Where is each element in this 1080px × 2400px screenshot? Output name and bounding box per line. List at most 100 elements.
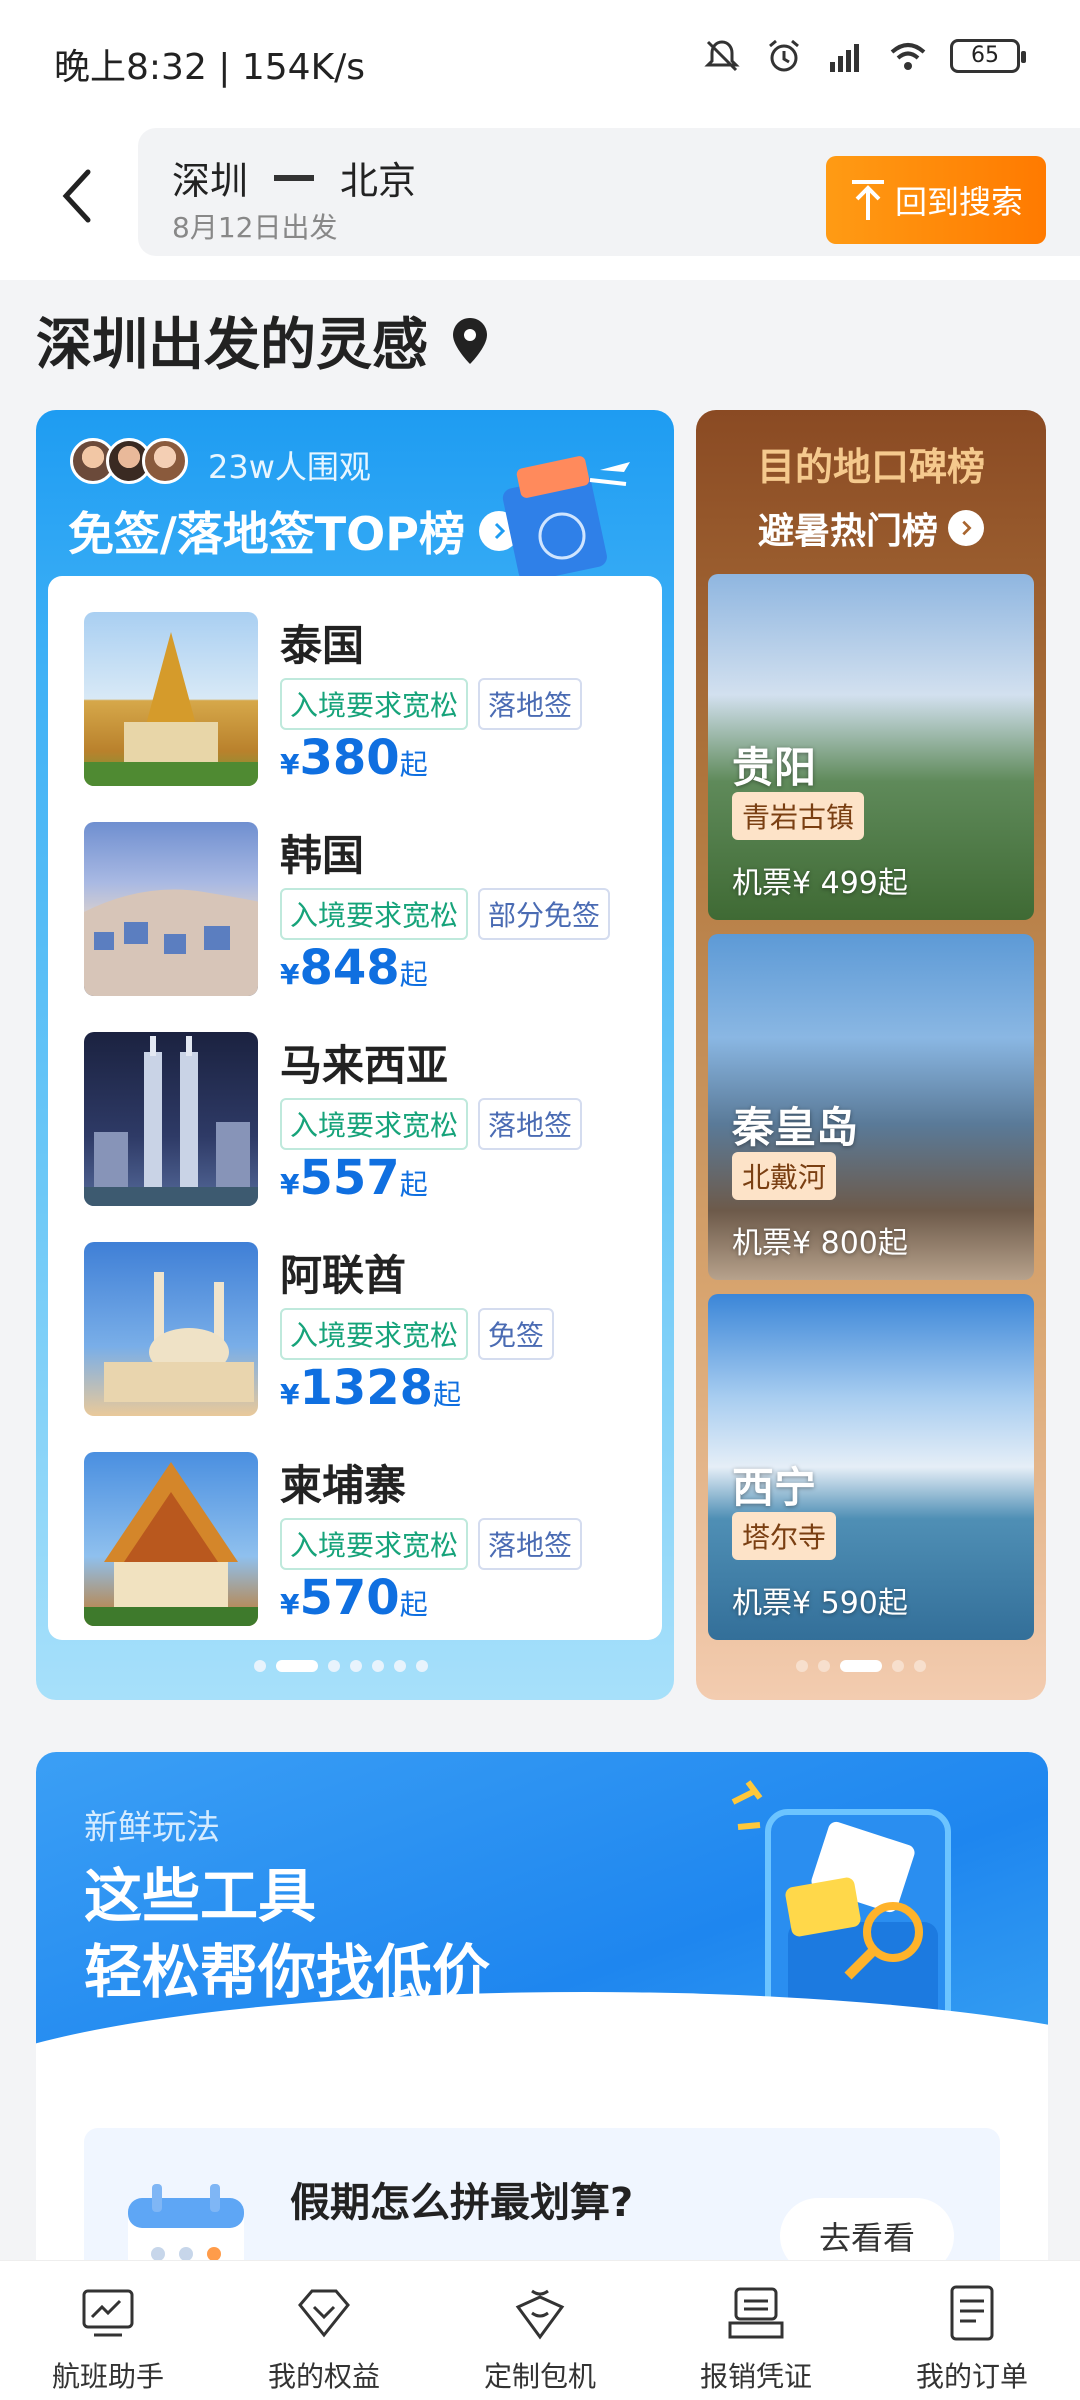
- route-line: 深圳 北京: [172, 150, 416, 205]
- carousel-dot: [372, 1660, 384, 1672]
- viewer-avatars: [70, 438, 188, 484]
- destination-name: 马来西亚: [280, 1041, 449, 1090]
- city-price: 机票¥ 590起: [732, 1586, 908, 1621]
- charter-icon: [515, 2289, 565, 2340]
- departure-date: 8月12日出发: [172, 211, 338, 244]
- carousel-dot: [350, 1660, 362, 1672]
- price: ¥ 380 起: [280, 730, 428, 786]
- visa-destination-list: 泰国 入境要求宽松 落地签 ¥ 380 起 韩国 入境要求宽松 部分免签 ¥ 8…: [48, 576, 662, 1640]
- back-button[interactable]: [48, 160, 108, 232]
- city-tag: 北戴河: [732, 1152, 837, 1200]
- receipt-icon: [728, 2287, 784, 2339]
- price: ¥ 557 起: [280, 1150, 428, 1206]
- toolbox-icon: [731, 1780, 951, 2042]
- destination-name: 泰国: [280, 621, 365, 670]
- currency-symbol: ¥: [280, 1588, 300, 1621]
- visa-top-card[interactable]: 23w人围观 免签/落地签TOP榜 泰国 入境要求宽松 落地签 ¥ 380 起 …: [36, 410, 674, 1700]
- flight-assistant-icon: [82, 2289, 134, 2337]
- benefits-icon: [298, 2289, 350, 2338]
- status-bar: 晚上8:32 | 154K/s 65: [0, 0, 1080, 120]
- uae-photo: [84, 1242, 258, 1416]
- nav-label: 定制包机: [483, 2360, 596, 2393]
- tag-list: 入境要求宽松 落地签: [280, 1518, 583, 1570]
- carousel-dot: [416, 1660, 428, 1672]
- status-time-speed: 晚上8:32 | 154K/s: [54, 47, 366, 88]
- back-to-search-label: 回到搜索: [894, 183, 1023, 221]
- rank-card-subtitle[interactable]: 避暑热门榜: [696, 502, 1046, 554]
- watch-count: 23w人围观: [208, 448, 371, 486]
- currency-symbol: ¥: [280, 958, 300, 991]
- cambodia-photo: [84, 1452, 258, 1626]
- carousel-dot: [796, 1660, 808, 1672]
- city-price: 机票¥ 800起: [732, 1226, 908, 1261]
- carousel-dot: [892, 1660, 904, 1672]
- currency-symbol: ¥: [280, 1168, 300, 1201]
- carousel-dot: [818, 1660, 830, 1672]
- price-value: 848: [299, 940, 400, 996]
- battery-indicator: 65: [950, 39, 1026, 73]
- city-name: 秦皇岛: [732, 1103, 859, 1152]
- city-tag: 青岩古镇: [732, 792, 865, 840]
- arrow-up-icon: [851, 180, 884, 220]
- list-item[interactable]: 马来西亚 入境要求宽松 落地签 ¥ 557 起: [84, 1032, 644, 1212]
- chevron-right-icon: [948, 510, 984, 546]
- tag: 免签: [478, 1308, 555, 1360]
- price-suffix: 起: [399, 1168, 428, 1201]
- korea-photo: [84, 822, 258, 996]
- nav-label: 我的权益: [267, 2360, 380, 2393]
- tag: 部分免签: [478, 888, 611, 940]
- list-item[interactable]: 阿联酋 入境要求宽松 免签 ¥ 1328 起: [84, 1242, 644, 1422]
- city-price: 机票¥ 499起: [732, 866, 908, 901]
- rank-card-subtitle-text: 避暑热门榜: [757, 511, 938, 552]
- destination-rank-card[interactable]: 目的地口碑榜 避暑热门榜 贵阳 青岩古镇 机票¥ 499起 秦皇岛 北戴河 机票…: [696, 410, 1046, 1700]
- city-tag: 塔尔寺: [732, 1512, 837, 1560]
- bottom-nav: 航班助手 我的权益 定制包机 报销凭证 我的订单: [0, 2260, 1080, 2400]
- nav-orders[interactable]: 我的订单: [864, 2261, 1080, 2400]
- route-summary[interactable]: 深圳 北京 8月12日出发 回到搜索: [138, 128, 1080, 256]
- list-item[interactable]: 韩国 入境要求宽松 部分免签 ¥ 848 起: [84, 822, 644, 1002]
- section-title: 深圳出发的灵感: [36, 300, 490, 381]
- destination-name: 柬埔寨: [280, 1461, 407, 1510]
- signal-icon: [830, 44, 859, 72]
- orders-icon: [950, 2285, 994, 2341]
- section-title-text: 深圳出发的灵感: [36, 313, 428, 378]
- carousel-indicator: [796, 1660, 926, 1672]
- currency-symbol: ¥: [280, 748, 300, 781]
- destination-name: 韩国: [280, 831, 365, 880]
- price-suffix: 起: [433, 1378, 462, 1411]
- avatar: [142, 438, 188, 484]
- location-pin-icon: [453, 317, 487, 364]
- nav-benefits[interactable]: 我的权益: [216, 2261, 432, 2400]
- city-card-xining[interactable]: 西宁 塔尔寺 机票¥ 590起: [708, 1294, 1034, 1640]
- price-value: 570: [299, 1570, 400, 1626]
- passport-icon: [502, 456, 630, 580]
- price-value: 557: [299, 1150, 400, 1206]
- carousel-dot: [914, 1660, 926, 1672]
- tools-banner: 新鲜玩法 这些工具 轻松帮你找低价: [36, 1752, 1048, 2212]
- tag-list: 入境要求宽松 免签: [280, 1308, 555, 1360]
- tag: 入境要求宽松: [280, 1308, 469, 1360]
- wifi-icon: [890, 43, 926, 70]
- list-item[interactable]: 泰国 入境要求宽松 落地签 ¥ 380 起: [84, 612, 644, 792]
- city-card-qinhuangdao[interactable]: 秦皇岛 北戴河 机票¥ 800起: [708, 934, 1034, 1280]
- price-suffix: 起: [399, 1588, 428, 1621]
- tag: 入境要求宽松: [280, 1518, 469, 1570]
- city-card-guiyang[interactable]: 贵阳 青岩古镇 机票¥ 499起: [708, 574, 1034, 920]
- carousel-dot: [328, 1660, 340, 1672]
- nav-receipt[interactable]: 报销凭证: [648, 2261, 864, 2400]
- tools-headline-line-2: 轻松帮你找低价: [84, 1938, 491, 2006]
- carousel-indicator: [254, 1660, 428, 1672]
- tag: 入境要求宽松: [280, 1098, 469, 1150]
- tag-list: 入境要求宽松 部分免签: [280, 888, 611, 940]
- nav-flight-assistant[interactable]: 航班助手: [0, 2261, 216, 2400]
- back-to-search-button[interactable]: 回到搜索: [826, 156, 1046, 244]
- rank-card-title: 目的地口碑榜: [756, 445, 985, 489]
- nav-label: 报销凭证: [699, 2360, 812, 2393]
- visa-card-title[interactable]: 免签/落地签TOP榜: [68, 498, 519, 564]
- origin-city: 深圳: [172, 159, 249, 203]
- currency-symbol: ¥: [280, 1378, 300, 1411]
- mute-icon: [704, 40, 740, 72]
- nav-charter[interactable]: 定制包机: [432, 2261, 648, 2400]
- list-item[interactable]: 柬埔寨 入境要求宽松 落地签 ¥ 570 起: [84, 1452, 644, 1632]
- price-value: 380: [299, 730, 400, 786]
